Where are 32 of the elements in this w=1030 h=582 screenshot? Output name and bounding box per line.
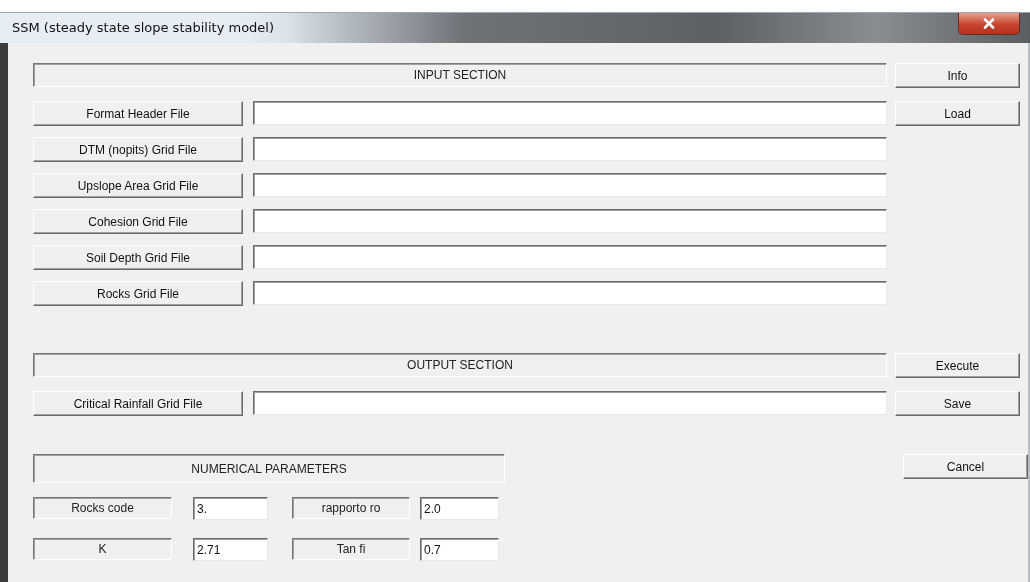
close-icon [983, 18, 995, 29]
file-button[interactable]: DTM (nopits) Grid File [33, 137, 243, 162]
side-button[interactable]: Save [895, 391, 1020, 416]
file-button[interactable]: Soil Depth Grid File [33, 245, 243, 270]
close-button[interactable] [958, 13, 1020, 35]
path-field[interactable] [253, 101, 887, 125]
side-button[interactable]: Info [895, 63, 1020, 88]
parameter-field[interactable]: 2.71 [193, 538, 268, 561]
side-button[interactable]: Load [895, 101, 1020, 126]
file-button[interactable]: Rocks Grid File [33, 281, 243, 306]
path-field[interactable] [253, 173, 887, 197]
side-button[interactable]: Cancel [903, 454, 1028, 479]
parameter-field[interactable]: 2.0 [420, 497, 499, 520]
section-heading: NUMERICAL PARAMETERS [33, 454, 505, 483]
section-heading: OUTPUT SECTION [33, 353, 887, 377]
path-field[interactable] [253, 391, 887, 415]
section-heading: INPUT SECTION [33, 63, 887, 87]
file-button[interactable]: Upslope Area Grid File [33, 173, 243, 198]
parameter-label: rapporto ro [292, 497, 410, 519]
parameter-field[interactable]: 0.7 [420, 538, 499, 561]
parameter-label: Tan fi [292, 538, 410, 560]
path-field[interactable] [253, 209, 887, 233]
parameter-field[interactable]: 3. [193, 497, 268, 520]
path-field[interactable] [253, 245, 887, 269]
path-field[interactable] [253, 137, 887, 161]
parameter-label: Rocks code [33, 497, 172, 519]
side-button[interactable]: Execute [895, 353, 1020, 378]
file-button[interactable]: Format Header File [33, 101, 243, 126]
path-field[interactable] [253, 281, 887, 305]
file-button[interactable]: Cohesion Grid File [33, 209, 243, 234]
parameter-label: K [33, 538, 172, 560]
file-button[interactable]: Critical Rainfall Grid File [33, 391, 243, 416]
